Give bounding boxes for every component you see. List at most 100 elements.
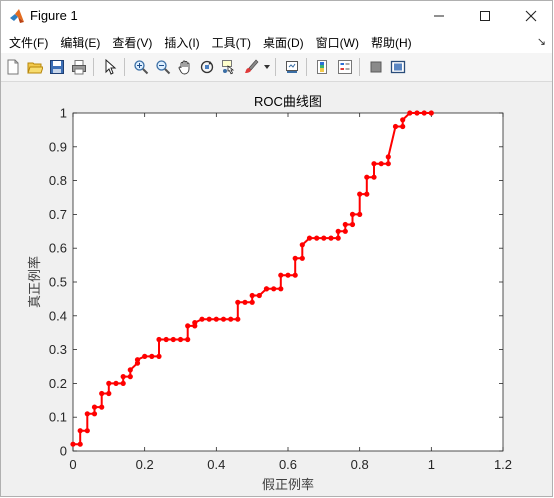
roc-data-point — [156, 336, 162, 343]
print-button[interactable] — [69, 57, 89, 77]
menu-view[interactable]: 查看(V) — [112, 34, 152, 51]
legend-button[interactable] — [335, 57, 355, 77]
rotate-3d-icon — [200, 60, 214, 74]
roc-data-point — [421, 110, 427, 116]
roc-data-point — [263, 286, 270, 292]
toolbar-separator — [359, 58, 360, 76]
save-button[interactable] — [47, 57, 67, 77]
roc-data-point — [256, 292, 262, 299]
menu-help[interactable]: 帮助(H) — [371, 34, 412, 51]
data-cursor-button[interactable] — [219, 57, 239, 77]
roc-data-point — [357, 211, 363, 217]
y-tick-label: 0.7 — [49, 207, 67, 222]
roc-data-point — [321, 235, 327, 241]
roc-data-point — [127, 374, 133, 380]
zoom-in-button[interactable] — [131, 57, 151, 77]
roc-data-point — [371, 161, 377, 167]
menu-bar: 文件(F) 编辑(E) 查看(V) 插入(I) 工具(T) 桌面(D) 窗口(W… — [1, 31, 552, 53]
roc-data-point — [77, 441, 83, 447]
roc-data-point — [249, 292, 255, 299]
roc-data-point — [342, 221, 348, 228]
hide-plot-tools-icon — [370, 61, 382, 73]
roc-data-point — [134, 357, 141, 363]
roc-data-point — [192, 320, 198, 326]
minimize-button[interactable] — [416, 1, 462, 31]
menu-insert[interactable]: 插入(I) — [164, 34, 199, 51]
pan-icon — [178, 60, 190, 75]
x-tick-label: 0.2 — [136, 457, 154, 472]
roc-plot[interactable]: 0 0.1 0.2 0.3 0.4 0.5 0.6 0.7 0.8 0.9 1 0 0.2 0.4 0.6… — [1, 82, 553, 497]
colorbar-button[interactable] — [313, 57, 333, 77]
roc-data-point — [378, 161, 384, 167]
maximize-button[interactable] — [462, 1, 508, 31]
roc-data-point — [70, 441, 76, 447]
show-plot-tools-button[interactable] — [388, 57, 408, 77]
close-button[interactable] — [508, 1, 552, 31]
brush-button[interactable] — [241, 57, 261, 77]
roc-data-point — [99, 404, 105, 410]
new-figure-button[interactable] — [3, 57, 23, 77]
roc-data-point — [306, 235, 313, 241]
x-tick-label: 0.8 — [351, 457, 369, 472]
y-tick-label: 0.5 — [49, 275, 67, 290]
menu-file[interactable]: 文件(F) — [9, 34, 48, 51]
toolbar-separator — [93, 58, 94, 76]
title-bar: Figure 1 — [1, 1, 552, 31]
roc-data-point — [156, 353, 162, 359]
zoom-out-icon — [156, 60, 171, 75]
brush-dropdown[interactable] — [263, 57, 271, 77]
figure-window: Figure 1 文件(F) 编辑(E) 查看(V) 插入(I) 工具(T) 桌… — [0, 0, 553, 497]
roc-data-point — [364, 174, 370, 180]
rotate-3d-button[interactable] — [197, 57, 217, 77]
figure-toolbar — [1, 53, 552, 82]
menu-window[interactable]: 窗口(W) — [316, 34, 359, 51]
y-tick-label: 0 — [60, 444, 67, 459]
legend-icon — [338, 60, 352, 74]
dock-arrow-icon[interactable]: ↘ — [537, 35, 546, 48]
roc-data-point — [407, 110, 413, 116]
show-plot-tools-icon — [390, 60, 406, 74]
roc-data-point — [249, 299, 255, 305]
roc-data-point — [113, 380, 119, 386]
roc-data-point — [371, 174, 377, 180]
x-tick-label: 1 — [428, 457, 435, 472]
roc-data-point — [91, 411, 98, 417]
brush-icon — [245, 59, 259, 73]
roc-data-point — [364, 191, 370, 197]
y-tick-label: 0.9 — [49, 139, 67, 154]
roc-data-point — [299, 242, 305, 248]
roc-data-point — [228, 316, 234, 322]
roc-data-point — [349, 221, 356, 228]
roc-data-point — [235, 299, 241, 305]
menu-desktop[interactable]: 桌面(D) — [263, 34, 304, 51]
roc-data-point — [392, 123, 399, 130]
toolbar-separator — [275, 58, 276, 76]
pan-button[interactable] — [175, 57, 195, 77]
close-icon — [525, 10, 537, 22]
open-file-icon — [27, 62, 43, 74]
y-tick-label: 0.8 — [49, 173, 67, 188]
pointer-icon — [105, 59, 117, 75]
open-file-button[interactable] — [25, 57, 45, 77]
link-plot-button[interactable] — [282, 57, 302, 77]
hide-plot-tools-button[interactable] — [366, 57, 386, 77]
edit-plot-button[interactable] — [100, 57, 120, 77]
roc-data-point — [414, 110, 420, 116]
axes-background — [72, 112, 504, 452]
roc-data-point — [163, 336, 169, 343]
menu-edit[interactable]: 编辑(E) — [60, 34, 100, 51]
chart-title: ROC曲线图 — [254, 94, 322, 109]
matlab-logo-icon — [10, 9, 24, 23]
x-tick-label: 0 — [69, 457, 76, 472]
colorbar-icon — [317, 60, 327, 74]
roc-data-point — [285, 272, 291, 278]
zoom-out-button[interactable] — [153, 57, 173, 77]
roc-data-point — [213, 316, 219, 322]
x-tick-label: 0.4 — [207, 457, 225, 472]
zoom-in-icon — [134, 60, 149, 75]
y-tick-label: 0.2 — [49, 376, 67, 391]
menu-tools[interactable]: 工具(T) — [212, 34, 251, 51]
window-title: Figure 1 — [30, 8, 78, 23]
x-axis-label: 假正例率 — [262, 477, 314, 493]
roc-data-point — [170, 336, 176, 343]
